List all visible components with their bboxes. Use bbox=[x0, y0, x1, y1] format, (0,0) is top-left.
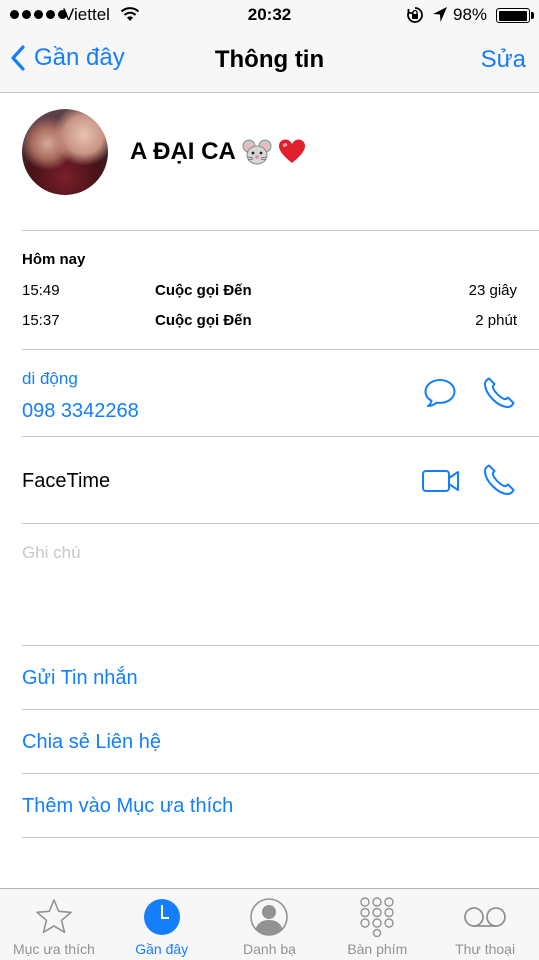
page-title: Thông tin bbox=[214, 46, 325, 73]
tab-recents[interactable]: Gần đây bbox=[108, 889, 216, 960]
facetime-video-icon[interactable] bbox=[421, 468, 461, 494]
call-duration: 23 giây bbox=[468, 282, 517, 299]
tab-keypad[interactable]: Bàn phím bbox=[323, 889, 431, 960]
calls-date-heading: Hôm nay bbox=[22, 251, 86, 268]
divider bbox=[22, 645, 539, 646]
divider bbox=[22, 230, 539, 231]
call-entry: 15:49 Cuộc gọi Đến 23 giây bbox=[22, 282, 517, 304]
tab-contacts[interactable]: Danh bạ bbox=[216, 889, 324, 960]
message-icon[interactable] bbox=[423, 377, 457, 409]
tab-favorites[interactable]: Mục ưa thích bbox=[0, 889, 108, 960]
facetime-audio-icon[interactable] bbox=[482, 463, 516, 497]
facetime-label: FaceTime bbox=[22, 470, 111, 492]
divider bbox=[22, 349, 539, 350]
navigation-bar: Gần đây Thông tin Sửa bbox=[0, 30, 539, 93]
share-contact-button[interactable]: Chia sẻ Liên hệ bbox=[22, 731, 161, 754]
call-entry: 15:37 Cuộc gọi Đến 2 phút bbox=[22, 312, 517, 334]
contact-name-row: A ĐẠI CA bbox=[130, 138, 306, 166]
call-duration: 2 phút bbox=[475, 312, 517, 329]
call-type: Cuộc gọi Đến bbox=[155, 312, 252, 329]
battery-tip bbox=[531, 12, 534, 19]
call-time: 15:49 bbox=[22, 282, 60, 299]
tab-label: Bàn phím bbox=[347, 941, 408, 957]
tab-voicemail[interactable]: Thư thoại bbox=[431, 889, 539, 960]
divider bbox=[22, 837, 539, 838]
notes-field[interactable]: Ghi chú bbox=[22, 543, 81, 563]
call-time: 15:37 bbox=[22, 312, 60, 329]
divider bbox=[22, 773, 539, 774]
phone-number-link[interactable]: 098 3342268 bbox=[22, 400, 139, 423]
contact-avatar bbox=[22, 109, 108, 195]
phone-type-label: di động bbox=[22, 369, 78, 388]
tab-label: Mục ưa thích bbox=[13, 941, 95, 957]
status-bar: Viettel 20:32 98% bbox=[0, 0, 539, 30]
battery-icon bbox=[496, 8, 530, 23]
voicemail-icon bbox=[464, 907, 506, 927]
divider bbox=[22, 709, 539, 710]
tab-label: Thư thoại bbox=[455, 941, 516, 957]
location-arrow-icon bbox=[433, 7, 447, 22]
tab-label: Gần đây bbox=[135, 941, 189, 957]
contacts-icon bbox=[250, 898, 289, 936]
divider bbox=[22, 436, 539, 437]
tab-label: Danh bạ bbox=[243, 941, 296, 957]
divider bbox=[22, 523, 539, 524]
keypad-icon bbox=[360, 897, 394, 937]
phone-call-icon[interactable] bbox=[482, 376, 516, 410]
send-message-button[interactable]: Gửi Tin nhắn bbox=[22, 667, 138, 690]
tab-bar: Mục ưa thích Gần đây Danh bạ Bàn phím Th… bbox=[0, 888, 539, 960]
contact-name: A ĐẠI CA bbox=[130, 138, 236, 165]
heart-emoji-icon bbox=[278, 139, 305, 163]
rotation-lock-icon bbox=[407, 7, 423, 23]
add-to-favorites-button[interactable]: Thêm vào Mục ưa thích bbox=[22, 795, 233, 818]
call-type: Cuộc gọi Đến bbox=[155, 282, 252, 299]
mouse-emoji-icon bbox=[242, 139, 272, 165]
battery-percent: 98% bbox=[453, 5, 488, 24]
edit-button[interactable]: Sửa bbox=[481, 46, 526, 74]
star-icon bbox=[36, 899, 72, 934]
clock-icon bbox=[143, 899, 180, 935]
